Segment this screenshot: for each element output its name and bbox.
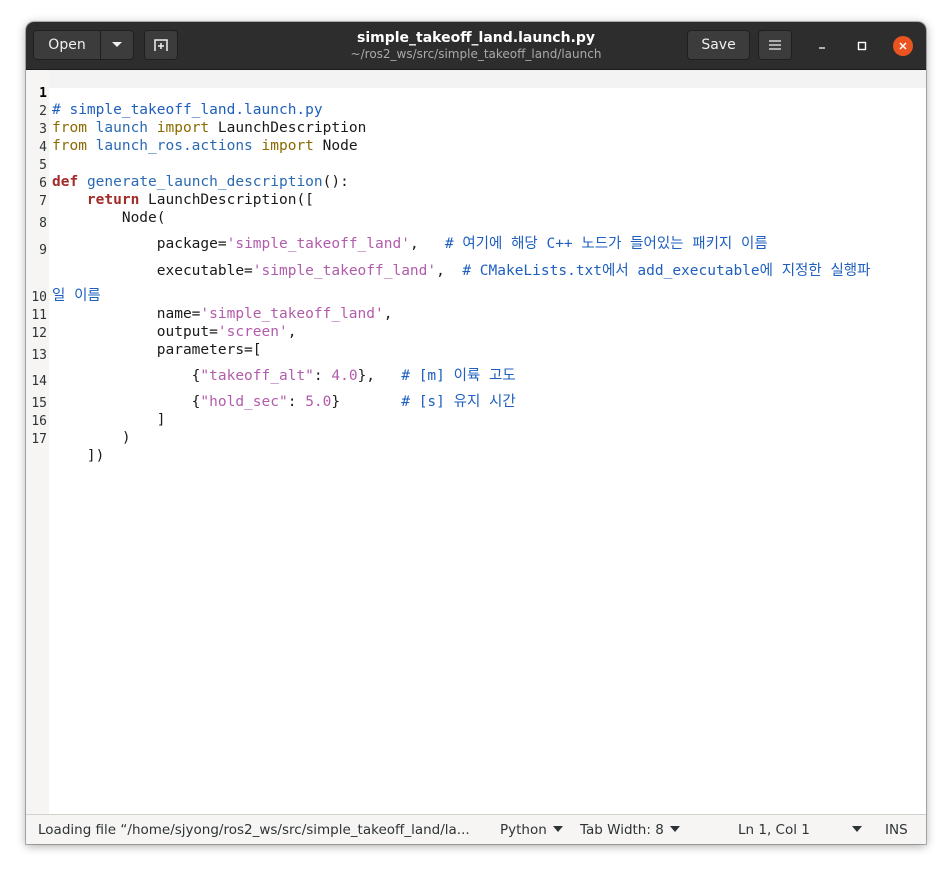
minimize-button[interactable] — [812, 36, 832, 56]
title-area: simple_takeoff_land.launch.py ~/ros2_ws/… — [276, 30, 676, 61]
open-menu-button[interactable] — [100, 30, 134, 60]
code-text: ]) — [52, 448, 105, 464]
close-button[interactable] — [893, 36, 913, 56]
save-button[interactable]: Save — [687, 30, 750, 60]
code-line[interactable]: 17 ]) — [26, 416, 926, 480]
maximize-button[interactable] — [852, 36, 872, 56]
close-icon — [899, 42, 907, 50]
tab-width-selector[interactable]: Tab Width: 8 — [580, 822, 680, 838]
header-bar: Open simple_takeoff_land.launch.py ~/ros… — [26, 22, 926, 70]
save-button-label: Save — [701, 37, 736, 53]
window-subtitle: ~/ros2_ws/src/simple_takeoff_land/launch — [350, 47, 602, 61]
text-editor[interactable]: 1 # simple_takeoff_land.launch.py 2 from… — [26, 70, 926, 814]
chevron-down-icon — [112, 42, 122, 47]
status-bar: Loading file “/home/sjyong/ros2_ws/src/s… — [26, 814, 926, 844]
language-label: Python — [500, 822, 547, 838]
gedit-window: Open simple_takeoff_land.launch.py ~/ros… — [26, 22, 926, 844]
line-number: 17 — [31, 432, 47, 447]
status-message: Loading file “/home/sjyong/ros2_ws/src/s… — [38, 822, 470, 838]
tab-width-label: Tab Width: 8 — [580, 822, 664, 838]
hamburger-menu-icon — [769, 40, 781, 50]
cursor-position-menu[interactable] — [846, 822, 862, 838]
chevron-down-icon — [552, 826, 563, 832]
cursor-position[interactable]: Ln 1, Col 1 — [738, 822, 810, 838]
new-tab-icon — [154, 39, 168, 51]
chevron-down-icon — [669, 826, 680, 832]
insert-mode-indicator: INS — [885, 822, 908, 838]
window-title: simple_takeoff_land.launch.py — [356, 30, 596, 46]
open-button[interactable]: Open — [33, 30, 101, 60]
language-selector[interactable]: Python — [500, 822, 563, 838]
minimize-icon — [819, 47, 825, 49]
maximize-icon — [857, 41, 867, 51]
new-tab-button[interactable] — [144, 30, 178, 60]
main-menu-button[interactable] — [758, 30, 792, 60]
open-button-label: Open — [48, 37, 86, 53]
chevron-down-icon — [852, 826, 862, 832]
